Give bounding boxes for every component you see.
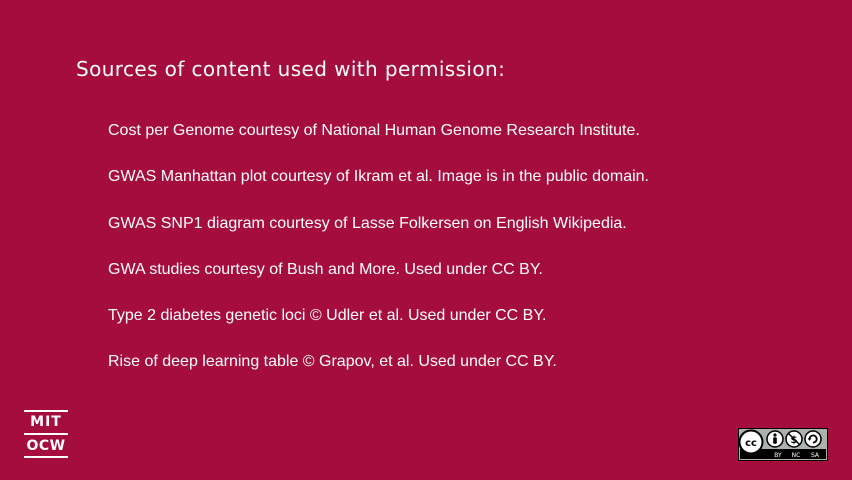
sources-list: Cost per Genome courtesy of National Hum… bbox=[108, 122, 649, 400]
source-item: Cost per Genome courtesy of National Hum… bbox=[108, 122, 640, 139]
slide: Sources of content used with permission:… bbox=[0, 0, 852, 480]
logo-line-ocw: OCW bbox=[26, 438, 66, 454]
source-item: GWA studies courtesy of Bush and More. U… bbox=[108, 260, 543, 278]
source-item: GWAS SNP1 diagram courtesy of Lasse Folk… bbox=[108, 214, 627, 232]
mit-ocw-logo: MIT OCW bbox=[24, 410, 68, 458]
person-icon bbox=[766, 430, 784, 448]
share-alike-icon bbox=[804, 430, 822, 448]
cc-license-badge: cc $ BY NC SA bbox=[738, 428, 828, 461]
source-item: Type 2 diabetes genetic loci © Udler et … bbox=[108, 307, 547, 325]
license-by-label: BY bbox=[774, 452, 782, 459]
source-item: GWAS Manhattan plot courtesy of Ikram et… bbox=[108, 168, 649, 186]
cc-icon: cc bbox=[738, 429, 764, 455]
no-dollar-icon: $ bbox=[785, 430, 803, 448]
logo-line-mit: MIT bbox=[24, 415, 68, 435]
license-sa-label: SA bbox=[811, 452, 820, 459]
svg-text:cc: cc bbox=[745, 438, 757, 449]
slide-title: Sources of content used with permission: bbox=[76, 57, 506, 81]
source-item: Rise of deep learning table © Grapov, et… bbox=[108, 353, 557, 371]
license-nc-label: NC bbox=[792, 452, 801, 459]
